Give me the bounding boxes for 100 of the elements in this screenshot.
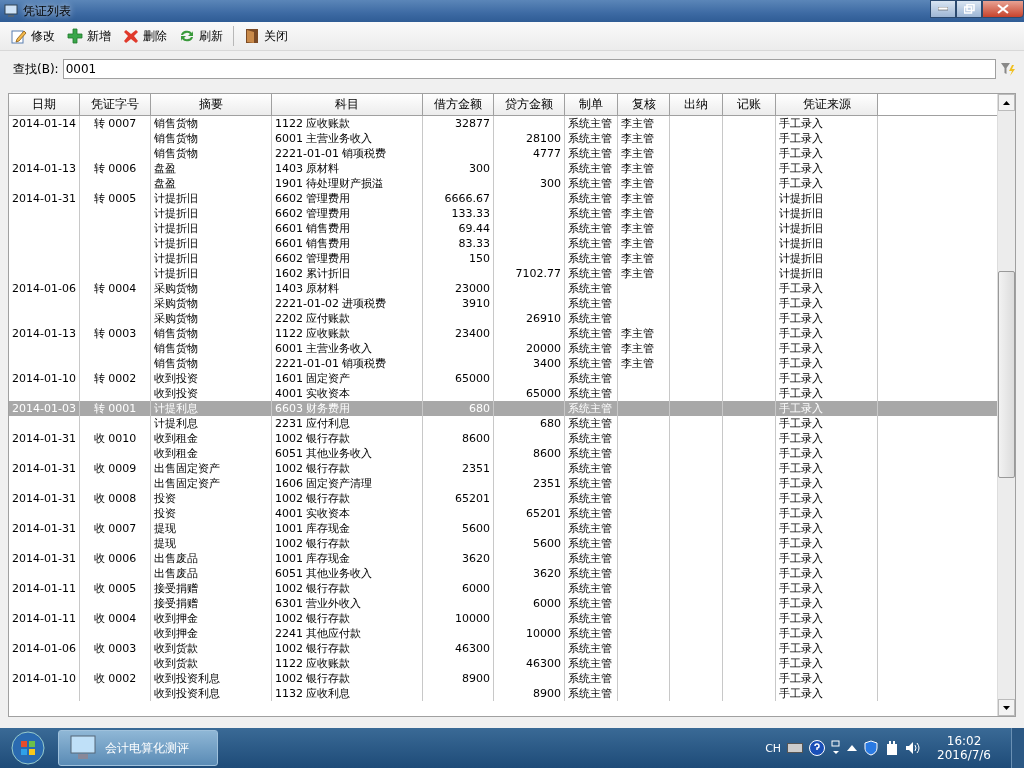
- table-row[interactable]: 2014-01-10 转 0002 收到投资 1601 固定资产 65000 系统主管 手工录入: [9, 371, 997, 386]
- scroll-up-button[interactable]: [998, 94, 1015, 111]
- column-header[interactable]: 日期: [9, 94, 80, 115]
- table-row[interactable]: 盘盈 1901 待处理财产损溢 300 系统主管 李主管 手工录入: [9, 176, 997, 191]
- window-switch-icon[interactable]: [831, 740, 842, 756]
- keyboard-icon[interactable]: [787, 742, 804, 754]
- table-row[interactable]: 计提折旧 1602 累计折旧 7102.77 系统主管 李主管 计提折旧: [9, 266, 997, 281]
- table-row[interactable]: 采购货物 2202 应付账款 26910 系统主管 手工录入: [9, 311, 997, 326]
- tray-up-arrow-icon[interactable]: [847, 744, 858, 752]
- summary-cell: 收到货款: [151, 641, 272, 656]
- toolbar-button[interactable]: 删除: [118, 25, 172, 47]
- column-header[interactable]: 摘要: [151, 94, 272, 115]
- table-row[interactable]: 2014-01-31 收 0008 投资 1002 银行存款 65201 系统主管 手工录入: [9, 491, 997, 506]
- scroll-down-button[interactable]: [998, 699, 1015, 716]
- table-row[interactable]: 2014-01-10 收 0002 收到投资利息 1002 银行存款 8900 系统主管 手工录入: [9, 671, 997, 686]
- speaker-icon[interactable]: [905, 741, 922, 755]
- search-field[interactable]: 0001: [62, 59, 996, 79]
- table-row[interactable]: 2014-01-31 收 0009 出售固定资产 1002 银行存款 2351 系统主管 手工录入: [9, 461, 997, 476]
- table-row[interactable]: 投资 4001 实收资本 65201 系统主管 手工录入: [9, 506, 997, 521]
- name-cell: 系统主管: [565, 266, 618, 281]
- voucher-cell: 收 0005: [80, 581, 151, 596]
- table-row[interactable]: 2014-01-31 转 0005 计提折旧 6602 管理费用 6666.67 系统主管 李主管 计提折旧: [9, 191, 997, 206]
- table-row[interactable]: 收到租金 6051 其他业务收入 8600 系统主管 手工录入: [9, 446, 997, 461]
- account-cell: 6301 营业外收入: [272, 596, 423, 611]
- column-header[interactable]: 借方金额: [423, 94, 494, 115]
- toolbar-button[interactable]: 关闭: [239, 25, 293, 47]
- filter-icon[interactable]: [1000, 61, 1016, 77]
- restore-button[interactable]: [956, 0, 982, 18]
- table-row[interactable]: 出售废品 6051 其他业务收入 3620 系统主管 手工录入: [9, 566, 997, 581]
- table-row[interactable]: 2014-01-31 收 0007 提现 1001 库存现金 5600 系统主管 手工录入: [9, 521, 997, 536]
- table-row[interactable]: 提现 1002 银行存款 5600 系统主管 手工录入: [9, 536, 997, 551]
- account-cell: 1002 银行存款: [272, 641, 423, 656]
- table-row[interactable]: 销售货物 2221-01-01 销项税费 4777 系统主管 李主管 手工录入: [9, 146, 997, 161]
- column-header[interactable]: 贷方金额: [494, 94, 565, 115]
- table-row[interactable]: 接受捐赠 6301 营业外收入 6000 系统主管 手工录入: [9, 596, 997, 611]
- toolbar-button[interactable]: 新增: [62, 25, 116, 47]
- column-header[interactable]: 制单: [565, 94, 618, 115]
- name-cell: 系统主管: [565, 146, 618, 161]
- column-header[interactable]: 凭证字号: [80, 94, 151, 115]
- account-cell: 6601 销售费用: [272, 236, 423, 251]
- account-cell: 2221-01-01 销项税费: [272, 146, 423, 161]
- table-row[interactable]: 2014-01-13 转 0006 盘盈 1403 原材料 300 系统主管 李主管 手工录入: [9, 161, 997, 176]
- table-row[interactable]: 销售货物 6001 主营业务收入 20000 系统主管 李主管 手工录入: [9, 341, 997, 356]
- table-row[interactable]: 2014-01-11 收 0004 收到押金 1002 银行存款 10000 系统主管 手工录入: [9, 611, 997, 626]
- column-header[interactable]: 出纳: [670, 94, 723, 115]
- account-cell: 1403 原材料: [272, 161, 423, 176]
- account-cell: 1901 待处理财产损溢: [272, 176, 423, 191]
- column-header[interactable]: 科目: [272, 94, 423, 115]
- language-indicator[interactable]: CH: [765, 741, 782, 755]
- account-cell: 6001 主营业务收入: [272, 341, 423, 356]
- account-cell: 1132 应收利息: [272, 686, 423, 701]
- toolbar-button[interactable]: 刷新: [174, 25, 228, 47]
- column-header[interactable]: 记账: [723, 94, 776, 115]
- account-cell: 6001 主营业务收入: [272, 131, 423, 146]
- summary-cell: 采购货物: [151, 311, 272, 326]
- table-row[interactable]: 2014-01-11 收 0005 接受捐赠 1002 银行存款 6000 系统主管 手工录入: [9, 581, 997, 596]
- table-row[interactable]: 收到投资利息 1132 应收利息 8900 系统主管 手工录入: [9, 686, 997, 701]
- amount-cell: 23000: [423, 281, 494, 296]
- table-row[interactable]: 计提折旧 6601 销售费用 83.33 系统主管 李主管 计提折旧: [9, 236, 997, 251]
- source-cell: 计提折旧: [776, 191, 878, 206]
- table-row[interactable]: 出售固定资产 1606 固定资产清理 2351 系统主管 手工录入: [9, 476, 997, 491]
- name-cell: 系统主管: [565, 536, 618, 551]
- account-cell: 2231 应付利息: [272, 416, 423, 431]
- amount-cell: 8900: [494, 686, 565, 701]
- table-row[interactable]: 2014-01-14 转 0007 销售货物 1122 应收账款 32877 系统主管 李主管 手工录入: [9, 116, 997, 131]
- column-header[interactable]: 凭证来源: [776, 94, 878, 115]
- table-row[interactable]: 计提折旧 6602 管理费用 133.33 系统主管 李主管 计提折旧: [9, 206, 997, 221]
- summary-cell: 接受捐赠: [151, 596, 272, 611]
- table-row[interactable]: 2014-01-31 收 0006 出售废品 1001 库存现金 3620 系统主管 手工录入: [9, 551, 997, 566]
- name-cell: 系统主管: [565, 671, 618, 686]
- clock[interactable]: 16:02 2016/7/6: [927, 734, 1001, 762]
- summary-cell: 盘盈: [151, 161, 272, 176]
- shield-icon[interactable]: [863, 740, 880, 756]
- table-row[interactable]: 计提利息 2231 应付利息 680 系统主管 手工录入: [9, 416, 997, 431]
- table-row[interactable]: 计提折旧 6602 管理费用 150 系统主管 李主管 计提折旧: [9, 251, 997, 266]
- source-cell: 手工录入: [776, 446, 878, 461]
- table-row[interactable]: 2014-01-06 收 0003 收到货款 1002 银行存款 46300 系统主管 手工录入: [9, 641, 997, 656]
- scrollbar-thumb[interactable]: [998, 271, 1015, 478]
- help-icon[interactable]: [809, 740, 826, 756]
- amount-cell: 5600: [494, 536, 565, 551]
- minimize-button[interactable]: [930, 0, 956, 18]
- power-plug-icon[interactable]: [885, 740, 900, 756]
- close-button[interactable]: [982, 0, 1024, 18]
- name-cell: 系统主管: [565, 506, 618, 521]
- table-row[interactable]: 2014-01-13 转 0003 销售货物 1122 应收账款 23400 系统主管 李主管 手工录入: [9, 326, 997, 341]
- source-cell: 计提折旧: [776, 221, 878, 236]
- table-row[interactable]: 销售货物 6001 主营业务收入 28100 系统主管 李主管 手工录入: [9, 131, 997, 146]
- table-row[interactable]: 收到押金 2241 其他应付款 10000 系统主管 手工录入: [9, 626, 997, 641]
- table-row[interactable]: 2014-01-06 转 0004 采购货物 1403 原材料 23000 系统主管 手工录入: [9, 281, 997, 296]
- summary-cell: 采购货物: [151, 281, 272, 296]
- voucher-cell: 转 0005: [80, 191, 151, 206]
- table-row[interactable]: 销售货物 2221-01-01 销项税费 3400 系统主管 李主管 手工录入: [9, 356, 997, 371]
- table-row[interactable]: 2014-01-31 收 0010 收到租金 1002 银行存款 8600 系统主管 手工录入: [9, 431, 997, 446]
- column-header[interactable]: 复核: [618, 94, 670, 115]
- table-row[interactable]: 收到货款 1122 应收账款 46300 系统主管 手工录入: [9, 656, 997, 671]
- table-row[interactable]: 采购货物 2221-01-02 进项税费 3910 系统主管 手工录入: [9, 296, 997, 311]
- source-cell: 手工录入: [776, 491, 878, 506]
- table-row[interactable]: 计提折旧 6601 销售费用 69.44 系统主管 李主管 计提折旧: [9, 221, 997, 236]
- toolbar-button[interactable]: 修改: [6, 25, 60, 47]
- amount-cell: 65000: [423, 371, 494, 386]
